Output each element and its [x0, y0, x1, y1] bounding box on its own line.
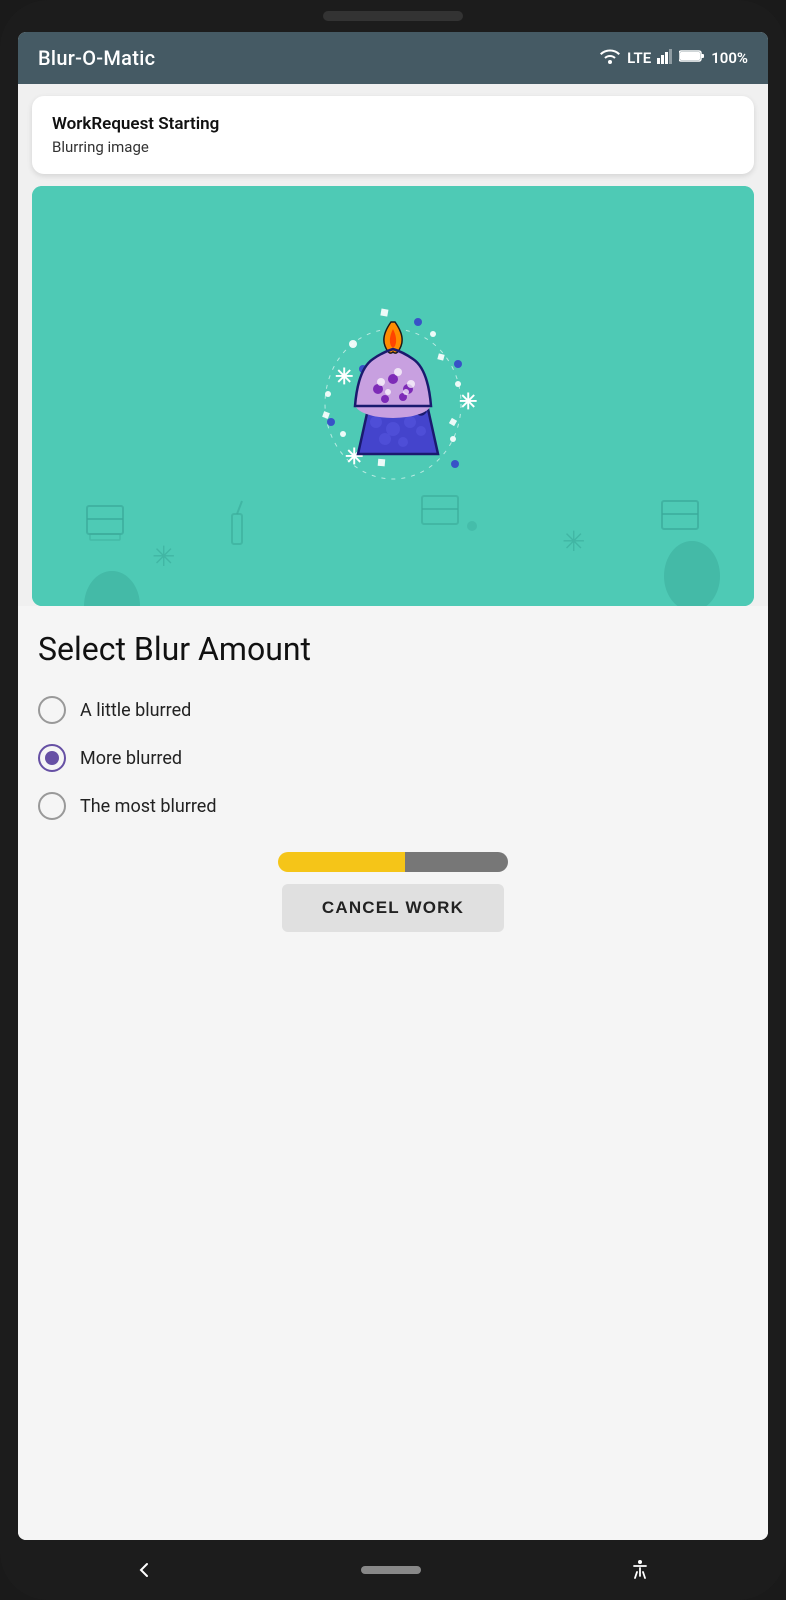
status-bar: Blur-O-Matic LTE: [18, 32, 768, 84]
svg-text:✳: ✳: [335, 364, 353, 389]
home-button[interactable]: [361, 1566, 421, 1574]
radio-more-blurred[interactable]: More blurred: [38, 736, 748, 780]
signal-icon: [657, 48, 673, 68]
accessibility-button[interactable]: [628, 1558, 652, 1582]
battery-icon: [679, 49, 705, 67]
cupcake-background: ✳ ✳ ✳ ✳: [32, 186, 754, 606]
radio-circle-little: [38, 696, 66, 724]
lte-label: LTE: [627, 49, 651, 67]
battery-percent: 100%: [711, 49, 748, 67]
radio-most-blurred[interactable]: The most blurred: [38, 784, 748, 828]
radio-circle-most: [38, 792, 66, 820]
blur-title: Select Blur Amount: [38, 630, 748, 668]
status-icons: LTE: [599, 48, 748, 68]
progress-filled: [278, 852, 405, 872]
progress-empty: [405, 852, 509, 872]
controls-area: Select Blur Amount A little blurred More…: [18, 606, 768, 1540]
radio-inner-more: [45, 751, 59, 765]
phone-screen: Blur-O-Matic LTE: [18, 32, 768, 1540]
notification-card: WorkRequest Starting Blurring image: [32, 96, 754, 174]
radio-label-more: More blurred: [80, 748, 182, 769]
svg-text:✳: ✳: [459, 389, 477, 414]
radio-little-blurred[interactable]: A little blurred: [38, 688, 748, 732]
cupcake-image: ✳ ✳ ✳: [263, 264, 523, 528]
svg-text:✳: ✳: [152, 541, 175, 572]
blur-options: A little blurred More blurred The most b…: [38, 688, 748, 828]
home-pill: [361, 1566, 421, 1574]
cancel-btn-container: CANCEL WORK: [38, 884, 748, 932]
notification-subtitle: Blurring image: [52, 138, 734, 156]
image-container: ✳ ✳ ✳ ✳: [32, 186, 754, 606]
wifi-icon: [599, 48, 621, 68]
cancel-work-button[interactable]: CANCEL WORK: [282, 884, 504, 932]
radio-label-little: A little blurred: [80, 700, 191, 721]
radio-circle-more: [38, 744, 66, 772]
bottom-nav: [0, 1540, 786, 1600]
progress-container: [38, 852, 748, 872]
back-button[interactable]: [134, 1560, 154, 1580]
radio-label-most: The most blurred: [80, 796, 217, 817]
phone-notch: [323, 11, 463, 21]
app-title: Blur-O-Matic: [38, 46, 155, 70]
svg-text:✳: ✳: [562, 526, 585, 557]
notification-title: WorkRequest Starting: [52, 114, 734, 134]
phone-notch-bar: [0, 0, 786, 32]
phone-outer: Blur-O-Matic LTE: [0, 0, 786, 1600]
progress-bar: [278, 852, 508, 872]
